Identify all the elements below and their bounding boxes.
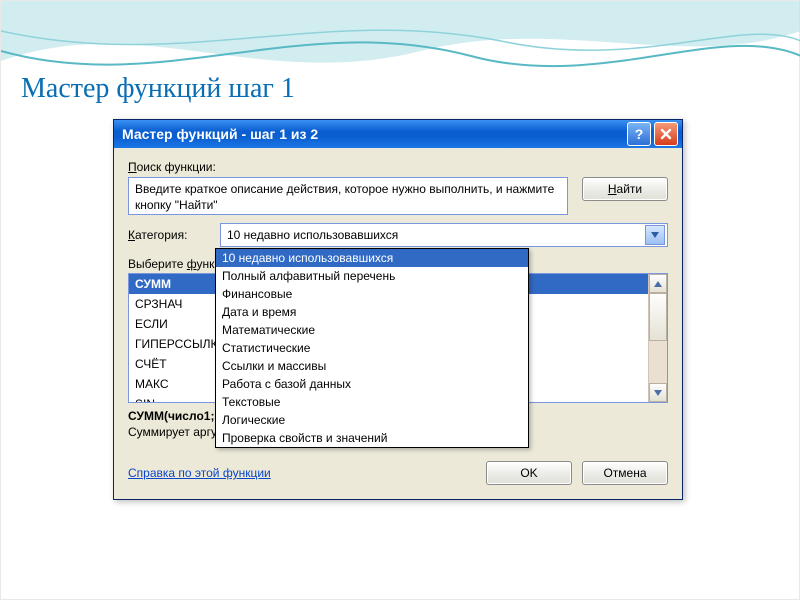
- scrollbar[interactable]: [648, 274, 667, 402]
- find-button[interactable]: Найти: [582, 177, 668, 201]
- dropdown-option[interactable]: Полный алфавитный перечень: [216, 267, 528, 285]
- close-icon: [660, 128, 672, 140]
- dropdown-option[interactable]: Работа с базой данных: [216, 375, 528, 393]
- category-dropdown[interactable]: 10 недавно использовавшихся Полный алфав…: [215, 248, 529, 448]
- category-value: 10 недавно использовавшихся: [227, 228, 398, 242]
- dropdown-option[interactable]: Ссылки и массивы: [216, 357, 528, 375]
- dialog-title: Мастер функций - шаг 1 из 2: [122, 126, 318, 142]
- dropdown-option[interactable]: Проверка свойств и значений: [216, 429, 528, 447]
- dropdown-option[interactable]: Математические: [216, 321, 528, 339]
- dropdown-option[interactable]: 10 недавно использовавшихся: [216, 249, 528, 267]
- dialog-titlebar[interactable]: Мастер функций - шаг 1 из 2 ?: [114, 120, 682, 148]
- scroll-up-icon[interactable]: [649, 274, 667, 293]
- chevron-down-icon[interactable]: [645, 225, 665, 245]
- category-combobox[interactable]: 10 недавно использовавшихся: [220, 223, 668, 247]
- dropdown-option[interactable]: Финансовые: [216, 285, 528, 303]
- search-label: Поиск функции:: [128, 160, 668, 174]
- scroll-down-icon[interactable]: [649, 383, 667, 402]
- scroll-track[interactable]: [649, 293, 667, 383]
- dropdown-option[interactable]: Статистические: [216, 339, 528, 357]
- dropdown-option[interactable]: Дата и время: [216, 303, 528, 321]
- function-wizard-dialog: Мастер функций - шаг 1 из 2 ? Поиск функ…: [113, 119, 683, 500]
- search-input[interactable]: [128, 177, 568, 215]
- cancel-button[interactable]: Отмена: [582, 461, 668, 485]
- slide-title: Мастер функций шаг 1: [21, 73, 295, 105]
- close-button[interactable]: [654, 122, 678, 146]
- dropdown-option[interactable]: Текстовые: [216, 393, 528, 411]
- dropdown-option[interactable]: Логические: [216, 411, 528, 429]
- category-label: Категория:: [128, 228, 214, 242]
- ok-button[interactable]: OK: [486, 461, 572, 485]
- help-link[interactable]: Справка по этой функции: [128, 466, 271, 480]
- scroll-thumb[interactable]: [649, 293, 667, 341]
- help-button[interactable]: ?: [627, 122, 651, 146]
